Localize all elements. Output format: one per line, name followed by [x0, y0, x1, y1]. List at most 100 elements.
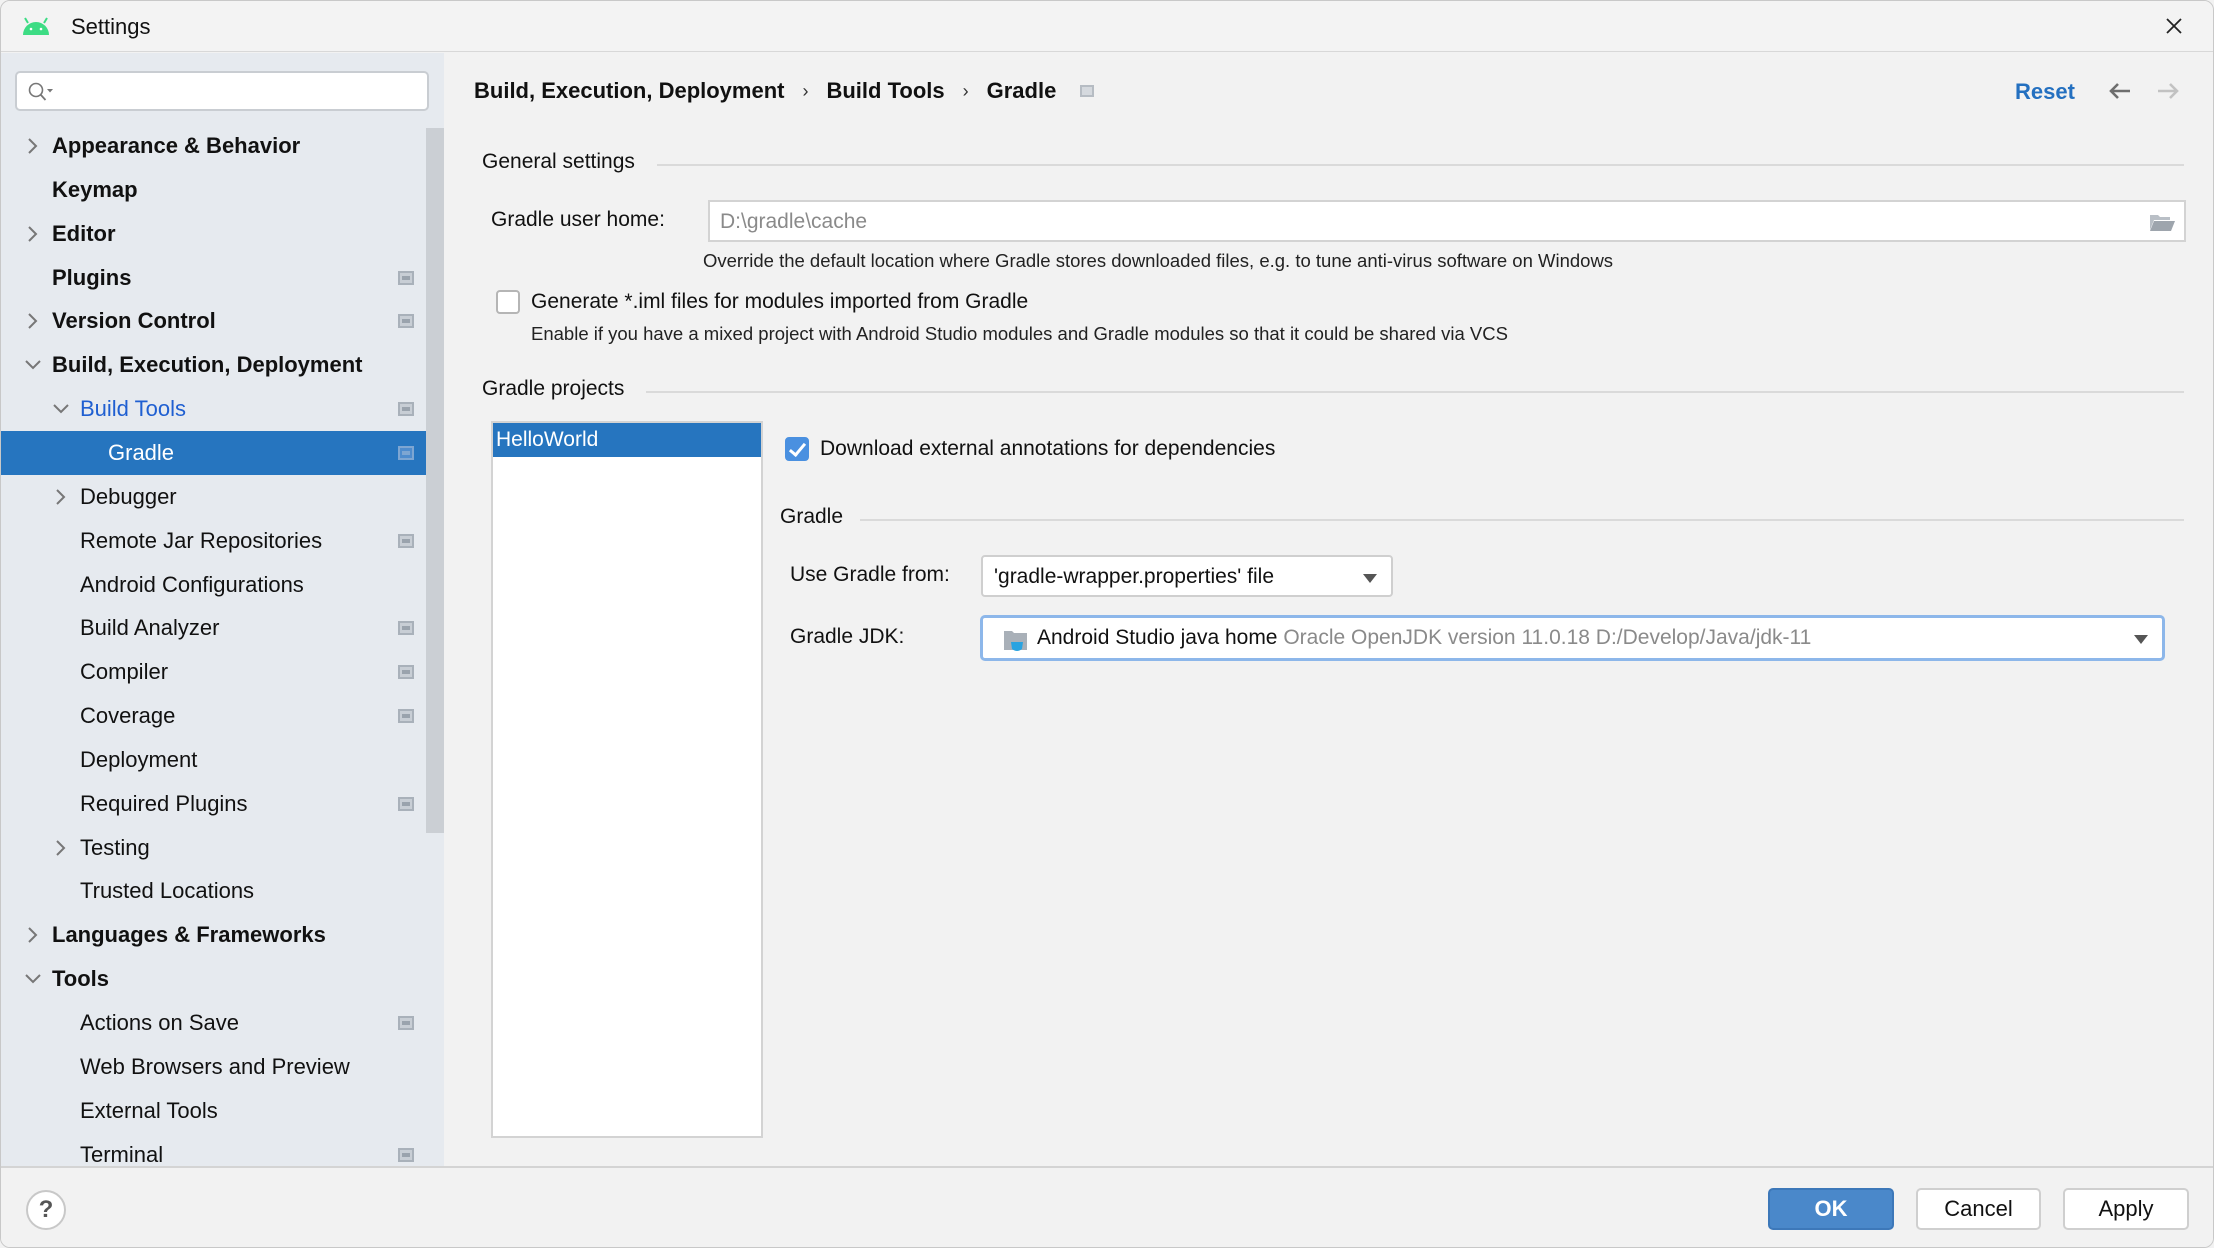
sidebar-item-label: Tools [52, 966, 110, 992]
download-annotations-checkbox[interactable] [785, 437, 809, 461]
gradle-section-title: Gradle [780, 505, 844, 528]
chevron-down-icon[interactable] [23, 967, 43, 991]
sidebar-item-label: Debugger [80, 483, 177, 509]
sidebar-item-compiler[interactable]: Compiler [1, 650, 444, 694]
general-settings-title: General settings [482, 150, 635, 173]
sidebar-item-tools[interactable]: Tools [1, 957, 444, 1001]
sidebar-scrollbar-thumb[interactable] [426, 128, 444, 833]
project-level-icon [398, 533, 414, 548]
use-gradle-from-label: Use Gradle from: [790, 563, 950, 586]
project-level-icon [398, 796, 414, 811]
chevron-right-icon[interactable] [51, 485, 71, 509]
breadcrumb-build-execution-deployment[interactable]: Build, Execution, Deployment [474, 78, 784, 104]
dialog-footer: ? OK Cancel Apply [1, 1166, 2213, 1247]
sidebar-item-testing[interactable]: Testing [1, 826, 444, 870]
project-level-icon [398, 621, 414, 636]
cancel-button[interactable]: Cancel [1916, 1188, 2041, 1230]
sidebar-item-required-plugins[interactable]: Required Plugins [1, 782, 444, 826]
breadcrumb-build-tools[interactable]: Build Tools [826, 78, 944, 104]
chevron-right-icon[interactable] [51, 836, 71, 860]
title-bar: Settings [1, 1, 2213, 52]
chevron-right-icon[interactable] [23, 923, 43, 947]
sidebar-item-label: Coverage [80, 703, 176, 729]
sidebar-item-label: Web Browsers and Preview [80, 1053, 350, 1079]
sidebar-item-build-tools[interactable]: Build Tools [1, 387, 444, 431]
sidebar-item-label: Required Plugins [80, 790, 248, 816]
sidebar-item-label: Gradle [108, 439, 175, 465]
gradle-jdk-label: Gradle JDK: [790, 625, 905, 648]
project-level-icon [398, 1147, 414, 1162]
close-icon[interactable] [2159, 11, 2189, 41]
search-input[interactable] [63, 78, 423, 104]
gradle-jdk-name: Android Studio java home [1037, 626, 1278, 649]
use-gradle-from-dropdown[interactable]: 'gradle-wrapper.properties' file [981, 555, 1393, 597]
sidebar-item-label: Build Analyzer [80, 615, 220, 641]
sidebar-item-web-browsers-and-preview[interactable]: Web Browsers and Preview [1, 1045, 444, 1089]
settings-dialog: Settings Appearance & Behavior Keymap Edit… [0, 0, 2214, 1248]
sidebar-item-version-control[interactable]: Version Control [1, 299, 444, 343]
dropdown-arrow-icon [2134, 635, 2148, 644]
breadcrumb: Build, Execution, Deployment › Build Too… [474, 78, 1095, 104]
settings-search[interactable] [15, 71, 429, 111]
android-studio-icon [23, 17, 49, 35]
ok-button[interactable]: OK [1768, 1188, 1894, 1230]
sidebar-item-android-configurations[interactable]: Android Configurations [1, 563, 444, 607]
help-button[interactable]: ? [26, 1190, 66, 1230]
gradle-user-home-input[interactable] [720, 208, 2047, 236]
sidebar-item-label: External Tools [80, 1097, 218, 1123]
sidebar-item-label: Terminal [80, 1141, 164, 1167]
gradle-user-home-hint: Override the default location where Grad… [703, 250, 1614, 271]
sidebar-item-build-analyzer[interactable]: Build Analyzer [1, 606, 444, 650]
gradle-user-home-field[interactable] [708, 200, 2186, 242]
sidebar-item-external-tools[interactable]: External Tools [1, 1089, 444, 1133]
sidebar-item-label: Compiler [80, 659, 169, 685]
project-level-icon [398, 445, 414, 460]
sidebar-item-label: Actions on Save [80, 1010, 239, 1035]
folder-open-icon[interactable] [2148, 212, 2176, 232]
gradle-jdk-dropdown[interactable]: Android Studio java home Oracle OpenJDK … [980, 615, 2165, 661]
sidebar-item-plugins[interactable]: Plugins [1, 256, 444, 300]
generate-iml-label[interactable]: Generate *.iml files for modules importe… [531, 290, 1028, 314]
forward-arrow-icon[interactable] [2154, 77, 2182, 105]
project-item-helloworld[interactable]: HelloWorld [493, 423, 761, 457]
sidebar-item-label: Testing [80, 834, 150, 860]
sidebar-item-remote-jar-repositories[interactable]: Remote Jar Repositories [1, 519, 444, 563]
use-gradle-from-value: 'gradle-wrapper.properties' file [994, 565, 1274, 588]
download-annotations-label[interactable]: Download external annotations for depend… [820, 437, 1275, 461]
reset-link[interactable]: Reset [2015, 79, 2075, 105]
chevron-right-icon[interactable] [23, 222, 43, 246]
project-level-icon [398, 665, 414, 680]
sidebar-item-trusted-locations[interactable]: Trusted Locations [1, 869, 444, 913]
apply-button[interactable]: Apply [2063, 1188, 2189, 1230]
sidebar-item-deployment[interactable]: Deployment [1, 738, 444, 782]
breadcrumb-gradle: Gradle [986, 78, 1057, 103]
section-divider [860, 519, 2184, 521]
sidebar-item-actions-on-save[interactable]: Actions on Save [1, 1001, 444, 1045]
search-icon[interactable] [27, 81, 57, 103]
sidebar-item-editor[interactable]: Editor [1, 212, 444, 256]
project-level-icon [398, 402, 414, 417]
gradle-projects-list: HelloWorld [491, 421, 763, 1138]
sidebar-item-languages-frameworks[interactable]: Languages & Frameworks [1, 913, 444, 957]
sidebar-item-debugger[interactable]: Debugger [1, 475, 444, 519]
sidebar-item-keymap[interactable]: Keymap [1, 168, 444, 212]
project-level-icon [398, 709, 414, 724]
chevron-down-icon[interactable] [51, 397, 71, 421]
settings-sidebar: Appearance & Behavior Keymap Editor Plugins… [1, 53, 444, 1167]
chevron-down-icon[interactable] [23, 353, 43, 377]
sidebar-item-build-execution-deployment[interactable]: Build, Execution, Deployment [1, 343, 444, 387]
sidebar-item-appearance-behavior[interactable]: Appearance & Behavior [1, 124, 444, 168]
sidebar-item-gradle[interactable]: Gradle [1, 430, 444, 475]
project-level-icon [398, 314, 414, 329]
generate-iml-checkbox[interactable] [496, 290, 520, 314]
sidebar-item-label: Languages & Frameworks [52, 922, 326, 948]
chevron-right-icon[interactable] [23, 309, 43, 333]
sidebar-item-coverage[interactable]: Coverage [1, 694, 444, 738]
jdk-folder-icon [1004, 631, 1027, 651]
back-arrow-icon[interactable] [2106, 77, 2134, 105]
settings-content: Build, Execution, Deployment › Build Too… [444, 53, 2213, 1166]
chevron-right-icon[interactable] [23, 134, 43, 158]
sidebar-item-label: Deployment [80, 746, 198, 772]
gradle-projects-title: Gradle projects [482, 377, 625, 400]
sidebar-item-label: Build Tools [80, 396, 186, 422]
